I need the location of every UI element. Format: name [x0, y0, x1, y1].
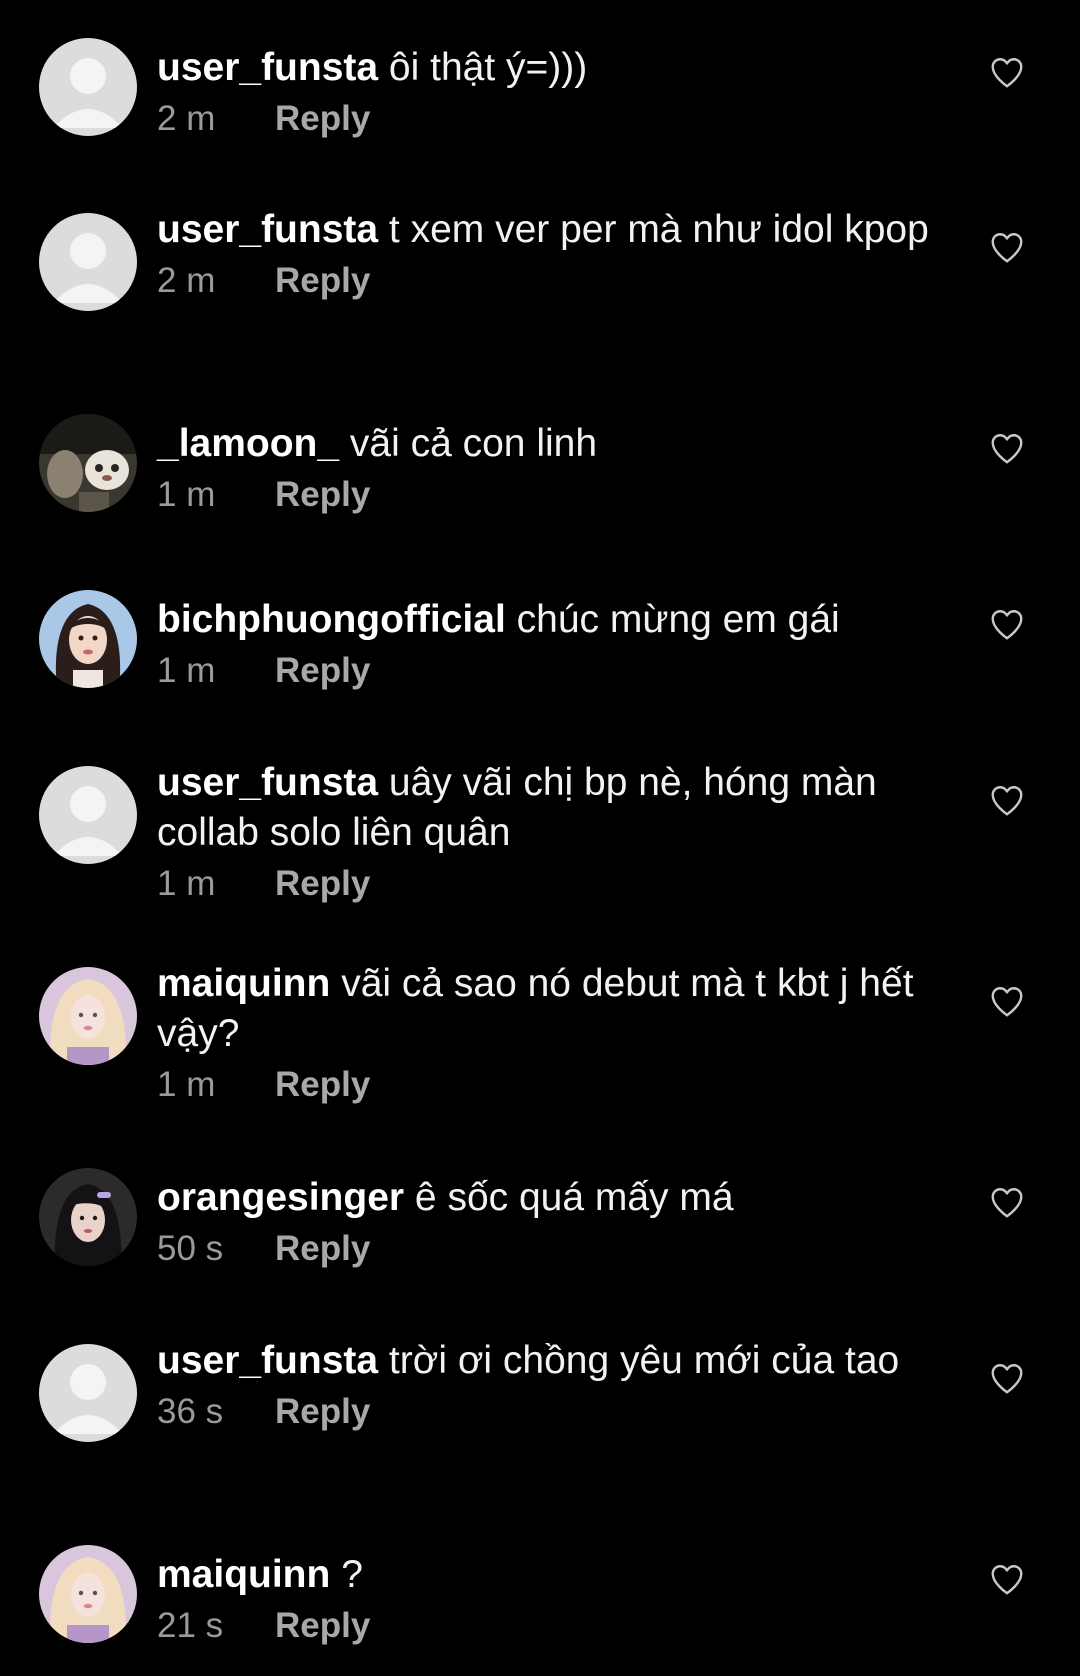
reply-button[interactable]: Reply [275, 261, 370, 300]
timestamp: 1 m [157, 1065, 216, 1104]
default-avatar-icon [39, 213, 137, 311]
username[interactable]: user_funsta [157, 1339, 378, 1382]
timestamp: 50 s [157, 1229, 224, 1268]
timestamp: 36 s [157, 1392, 224, 1431]
reply-button[interactable]: Reply [275, 1065, 370, 1104]
avatar[interactable] [39, 213, 137, 311]
comment-body: user_funsta uây vãi chị bp nè, hóng màn … [157, 758, 937, 908]
reply-button[interactable]: Reply [275, 864, 370, 903]
reply-button[interactable]: Reply [275, 1606, 370, 1645]
comment-body: maiquinn vãi cả sao nó debut mà t kbt j … [157, 959, 937, 1109]
heart-outline-icon[interactable] [989, 431, 1025, 465]
heart-outline-icon[interactable] [989, 607, 1025, 641]
comment-meta: 21 s Reply [157, 1602, 937, 1650]
comment-meta: 1 m Reply [157, 1061, 937, 1109]
heart-outline-icon[interactable] [989, 55, 1025, 89]
comment-text-line: bichphuongofficial chúc mừng em gái [157, 595, 937, 645]
comment-meta: 2 m Reply [157, 95, 937, 143]
photo-avatar-icon [39, 1168, 137, 1266]
comment-body: user_funsta ôi thật ý=))) 2 m Reply [157, 43, 937, 143]
comment-body: _lamoon_ vãi cả con linh 1 m Reply [157, 419, 937, 519]
heart-outline-icon[interactable] [989, 783, 1025, 817]
avatar[interactable] [39, 766, 137, 864]
username[interactable]: bichphuongofficial [157, 598, 506, 641]
avatar[interactable] [39, 967, 137, 1065]
reply-button[interactable]: Reply [275, 1392, 370, 1431]
comment-text-line: maiquinn ? [157, 1550, 937, 1600]
default-avatar-icon [39, 38, 137, 136]
avatar[interactable] [39, 1168, 137, 1266]
reply-button[interactable]: Reply [275, 99, 370, 138]
comment-text: ôi thật ý=))) [388, 46, 588, 89]
reply-button[interactable]: Reply [275, 475, 370, 514]
comment-meta: 36 s Reply [157, 1388, 937, 1436]
default-avatar-icon [39, 766, 137, 864]
heart-outline-icon[interactable] [989, 230, 1025, 264]
username[interactable]: user_funsta [157, 208, 378, 251]
reply-button[interactable]: Reply [275, 1229, 370, 1268]
avatar[interactable] [39, 414, 137, 512]
photo-avatar-icon [39, 590, 137, 688]
comment-text: trời ơi chồng yêu mới của tao [388, 1339, 900, 1382]
heart-outline-icon[interactable] [989, 1185, 1025, 1219]
timestamp: 2 m [157, 261, 216, 300]
heart-outline-icon[interactable] [989, 984, 1025, 1018]
comment-body: user_funsta t xem ver per mà như idol kp… [157, 205, 937, 305]
username[interactable]: user_funsta [157, 761, 378, 804]
heart-outline-icon[interactable] [989, 1361, 1025, 1395]
username[interactable]: user_funsta [157, 46, 378, 89]
timestamp: 1 m [157, 475, 216, 514]
timestamp: 21 s [157, 1606, 224, 1645]
comment-text-line: user_funsta ôi thật ý=))) [157, 43, 937, 93]
comment-text-line: _lamoon_ vãi cả con linh [157, 419, 937, 469]
comment-text-line: orangesinger ê sốc quá mấy má [157, 1173, 937, 1223]
comment-meta: 1 m Reply [157, 471, 937, 519]
comment-text: vãi cả con linh [349, 422, 598, 465]
avatar[interactable] [39, 1344, 137, 1442]
comment-text-line: maiquinn vãi cả sao nó debut mà t kbt j … [157, 959, 937, 1059]
photo-avatar-icon [39, 967, 137, 1065]
comment-meta: 2 m Reply [157, 257, 937, 305]
comment-meta: 1 m Reply [157, 647, 937, 695]
username[interactable]: _lamoon_ [157, 422, 339, 465]
comment-body: user_funsta trời ơi chồng yêu mới của ta… [157, 1336, 937, 1436]
comment-meta: 1 m Reply [157, 860, 937, 908]
comment-text-line: user_funsta uây vãi chị bp nè, hóng màn … [157, 758, 937, 858]
username[interactable]: orangesinger [157, 1176, 404, 1219]
comment-text-line: user_funsta trời ơi chồng yêu mới của ta… [157, 1336, 937, 1386]
comment-text: chúc mừng em gái [516, 598, 840, 641]
avatar[interactable] [39, 590, 137, 688]
comment-meta: 50 s Reply [157, 1225, 937, 1273]
comment-text: ê sốc quá mấy má [414, 1176, 734, 1219]
timestamp: 1 m [157, 651, 216, 690]
comment-text-line: user_funsta t xem ver per mà như idol kp… [157, 205, 937, 255]
reply-button[interactable]: Reply [275, 651, 370, 690]
avatar[interactable] [39, 1545, 137, 1643]
heart-outline-icon[interactable] [989, 1562, 1025, 1596]
avatar[interactable] [39, 38, 137, 136]
timestamp: 2 m [157, 99, 216, 138]
username[interactable]: maiquinn [157, 1553, 330, 1596]
photo-avatar-icon [39, 414, 137, 512]
default-avatar-icon [39, 1344, 137, 1442]
comment-text: ? [341, 1553, 363, 1596]
photo-avatar-icon [39, 1545, 137, 1643]
comment-body: orangesinger ê sốc quá mấy má 50 s Reply [157, 1173, 937, 1273]
comment-body: maiquinn ? 21 s Reply [157, 1550, 937, 1650]
timestamp: 1 m [157, 864, 216, 903]
username[interactable]: maiquinn [157, 962, 330, 1005]
comment-body: bichphuongofficial chúc mừng em gái 1 m R… [157, 595, 937, 695]
comment-text: t xem ver per mà như idol kpop [388, 208, 929, 251]
